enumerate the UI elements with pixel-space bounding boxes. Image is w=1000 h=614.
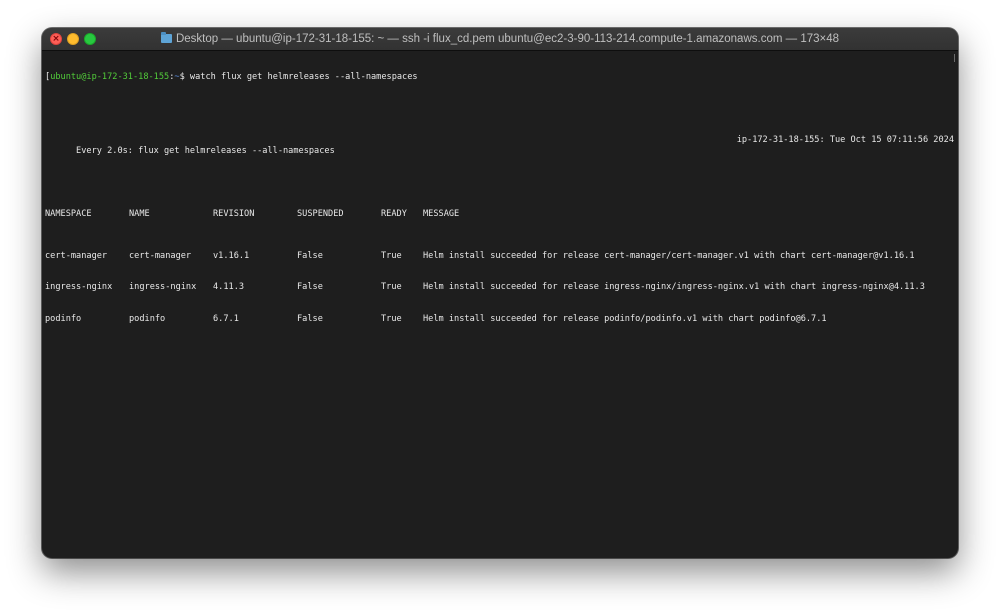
table-header: NAMESPACE NAME REVISION SUSPENDED READY …: [45, 209, 954, 220]
header-revision: REVISION: [213, 208, 255, 219]
row-message: Helm install succeeded for release ingre…: [423, 282, 925, 292]
row-namespace: ingress-nginx: [45, 282, 113, 292]
row-message: Helm install succeeded for release podin…: [423, 313, 827, 324]
row-name: cert-manager: [129, 250, 192, 261]
prompt-line: [ubuntu@ip-172-31-18-155:~$ watch flux g…: [45, 72, 954, 83]
row-suspended: False: [297, 313, 323, 324]
command-text: watch flux get helmreleases --all-namesp…: [184, 72, 418, 82]
row-namespace: cert-manager: [45, 250, 108, 261]
table-row: podinfo podinfo 6.7.1 False True Helm in…: [45, 314, 954, 325]
prompt-user-host: ubuntu@ip-172-31-18-155: [50, 72, 170, 82]
row-ready: True: [381, 250, 402, 261]
row-suspended: False: [297, 282, 323, 292]
watch-interval: Every 2.0s: flux get helmreleases --all-…: [76, 145, 335, 156]
header-ready: READY: [381, 208, 407, 219]
row-namespace: podinfo: [45, 313, 82, 324]
row-ready: True: [381, 313, 402, 324]
row-suspended: False: [297, 250, 323, 261]
watch-header: Every 2.0s: flux get helmreleases --all-…: [45, 135, 954, 156]
table-row: cert-manager cert-manager v1.16.1 False …: [45, 251, 954, 262]
row-revision: v1.16.1: [213, 250, 250, 261]
folder-icon: [160, 32, 172, 43]
title-bar[interactable]: × Desktop — ubuntu@ip-172-31-18-155: ~ —…: [42, 28, 958, 51]
row-ready: True: [381, 282, 402, 292]
scroll-indicator[interactable]: [954, 54, 955, 62]
header-suspended: SUSPENDED: [297, 208, 344, 219]
header-name: NAME: [129, 208, 150, 219]
row-message: Helm install succeeded for release cert-…: [423, 250, 915, 261]
watch-host-time: ip-172-31-18-155: Tue Oct 15 07:11:56 20…: [736, 135, 954, 145]
header-message: MESSAGE: [423, 208, 460, 219]
row-name: ingress-nginx: [129, 282, 197, 292]
window-title: Desktop — ubuntu@ip-172-31-18-155: ~ — s…: [42, 28, 958, 50]
row-revision: 4.11.3: [213, 282, 245, 292]
row-revision: 6.7.1: [213, 313, 239, 324]
terminal-window: × Desktop — ubuntu@ip-172-31-18-155: ~ —…: [42, 28, 958, 558]
table-row: ingress-nginx ingress-nginx 4.11.3 False…: [45, 282, 954, 293]
terminal-content[interactable]: [ubuntu@ip-172-31-18-155:~$ watch flux g…: [45, 51, 954, 558]
window-title-text: Desktop — ubuntu@ip-172-31-18-155: ~ — s…: [175, 33, 840, 45]
row-name: podinfo: [129, 313, 166, 324]
header-namespace: NAMESPACE: [45, 208, 92, 219]
